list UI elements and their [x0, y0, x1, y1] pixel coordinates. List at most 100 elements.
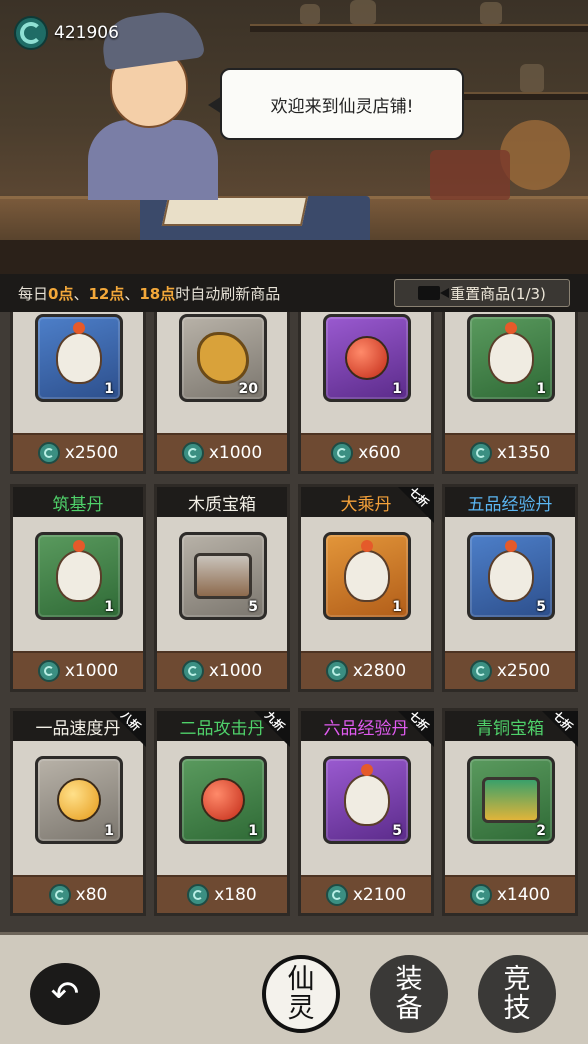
- item-slot[interactable]: 20: [179, 314, 267, 402]
- pill-gourd-icon: [56, 322, 102, 384]
- open-book: [161, 196, 309, 226]
- buy-button[interactable]: x2800: [301, 651, 431, 689]
- item-quantity: 1: [392, 381, 402, 397]
- buy-button[interactable]: x1350: [445, 433, 575, 471]
- item-slot[interactable]: 1: [467, 314, 555, 402]
- item-name-label: 筑基丹: [52, 494, 104, 515]
- item-quantity: 20: [238, 381, 258, 397]
- tab-arena[interactable]: 竞 技: [478, 955, 556, 1033]
- item-slot[interactable]: 1: [35, 756, 123, 844]
- item-slot[interactable]: 1: [323, 532, 411, 620]
- item-price: x1000: [208, 443, 263, 463]
- item-slot[interactable]: 1: [35, 532, 123, 620]
- shop-item-card[interactable]: 1 x2500: [10, 312, 146, 474]
- shop-item-card[interactable]: 五品经验丹 5 x2500: [442, 484, 578, 692]
- item-slot[interactable]: 2: [467, 756, 555, 844]
- treasure-box: [430, 150, 510, 200]
- tab-label: 技: [503, 993, 531, 1024]
- shop-item-card[interactable]: 二品攻击丹 1 x180 九折: [154, 708, 290, 916]
- jade-coin-icon: [48, 884, 71, 906]
- tab-equipment[interactable]: 装 备: [370, 955, 448, 1033]
- toad-statue: [500, 120, 570, 190]
- shop-item-card[interactable]: 木质宝箱 5 x1000: [154, 484, 290, 692]
- jade-coin-icon: [14, 16, 48, 50]
- refresh-sep: 、: [73, 284, 89, 303]
- refresh-time: 0点: [48, 284, 74, 303]
- shop-item-card[interactable]: 1 x1350 折: [442, 312, 578, 474]
- refresh-time: 12点: [88, 284, 125, 303]
- item-name-label: 一品速度丹: [35, 718, 121, 739]
- item-price: x2100: [352, 885, 407, 905]
- buy-button[interactable]: x180: [157, 875, 287, 913]
- item-slot[interactable]: 5: [323, 756, 411, 844]
- item-slot[interactable]: 1: [35, 314, 123, 402]
- buy-button[interactable]: x1000: [157, 433, 287, 471]
- buy-button[interactable]: x1000: [157, 651, 287, 689]
- bottom-nav: ↶ 仙 灵 装 备 竞 技: [0, 932, 588, 1044]
- item-slot[interactable]: 5: [179, 532, 267, 620]
- jade-coin-icon: [325, 884, 348, 906]
- refresh-prefix: 每日: [18, 284, 49, 303]
- item-name-label: 大乘丹: [340, 494, 392, 515]
- jade-coin-icon: [181, 442, 204, 464]
- item-quantity: 5: [392, 823, 402, 839]
- shopkeeper-robe: [88, 120, 218, 200]
- refresh-time: 18点: [139, 284, 176, 303]
- shop-item-card[interactable]: 六品经验丹 5 x2100 七折: [298, 708, 434, 916]
- item-quantity: 5: [248, 599, 258, 615]
- jar-decoration: [520, 64, 544, 92]
- item-name: 五品经验丹: [445, 487, 575, 517]
- buy-button[interactable]: x2500: [445, 651, 575, 689]
- jade-coin-icon: [469, 884, 492, 906]
- tab-label: 装: [395, 964, 423, 995]
- item-name-label: 木质宝箱: [188, 494, 256, 515]
- npc-speech-bubble: 欢迎来到仙灵店铺!: [208, 68, 464, 140]
- shop-item-card[interactable]: 筑基丹 1 x1000: [10, 484, 146, 692]
- refresh-info: 每日0点、12点、18点时自动刷新商品: [18, 283, 280, 304]
- wooden-chest-icon: [194, 553, 252, 599]
- item-name-label: 二品攻击丹: [179, 718, 265, 739]
- shop-item-card[interactable]: 20 x1000: [154, 312, 290, 474]
- item-name-label: 五品经验丹: [467, 494, 553, 515]
- jar-decoration: [480, 2, 502, 24]
- item-price: x1000: [208, 661, 263, 681]
- shelf: [250, 24, 588, 32]
- item-slot[interactable]: 5: [467, 532, 555, 620]
- jade-coin-icon: [187, 884, 210, 906]
- item-quantity: 1: [104, 381, 114, 397]
- buy-button[interactable]: x2100: [301, 875, 431, 913]
- npc-greeting: 欢迎来到仙灵店铺!: [270, 96, 414, 117]
- item-price: x180: [214, 885, 257, 905]
- tab-xianling[interactable]: 仙 灵: [262, 955, 340, 1033]
- shop-scene: 421906 欢迎来到仙灵店铺!: [0, 0, 588, 274]
- item-slot[interactable]: 1: [323, 314, 411, 402]
- tab-label: 灵: [287, 993, 315, 1024]
- pill-gourd-icon: [488, 322, 534, 384]
- currency-display: 421906: [14, 16, 119, 50]
- gold-coin-icon: [197, 332, 249, 384]
- shop-item-card[interactable]: 大乘丹 1 x2800 七折: [298, 484, 434, 692]
- red-pill-icon: [201, 778, 245, 822]
- buy-button[interactable]: x80: [13, 875, 143, 913]
- buy-button[interactable]: x1400: [445, 875, 575, 913]
- item-price: x1350: [496, 443, 551, 463]
- item-quantity: 1: [104, 599, 114, 615]
- pill-gourd-icon: [56, 540, 102, 602]
- tab-label: 仙: [287, 964, 315, 995]
- shop-item-card[interactable]: 1 x600: [298, 312, 434, 474]
- bronze-chest-icon: [482, 777, 540, 823]
- buy-button[interactable]: x1000: [13, 651, 143, 689]
- jade-coin-icon: [331, 442, 354, 464]
- jar-decoration: [300, 4, 320, 24]
- back-button[interactable]: ↶: [30, 963, 100, 1025]
- reset-items-button[interactable]: 重置商品(1/3): [394, 279, 570, 307]
- shop-item-card[interactable]: 青铜宝箱 2 x1400 七折: [442, 708, 578, 916]
- item-price: x1000: [64, 661, 119, 681]
- jade-coin-icon: [325, 660, 348, 682]
- buy-button[interactable]: x600: [301, 433, 431, 471]
- item-slot[interactable]: 1: [179, 756, 267, 844]
- buy-button[interactable]: x2500: [13, 433, 143, 471]
- tab-label: 竞: [503, 964, 531, 995]
- jade-coin-icon: [469, 660, 492, 682]
- shop-item-card[interactable]: 一品速度丹 1 x80 八折: [10, 708, 146, 916]
